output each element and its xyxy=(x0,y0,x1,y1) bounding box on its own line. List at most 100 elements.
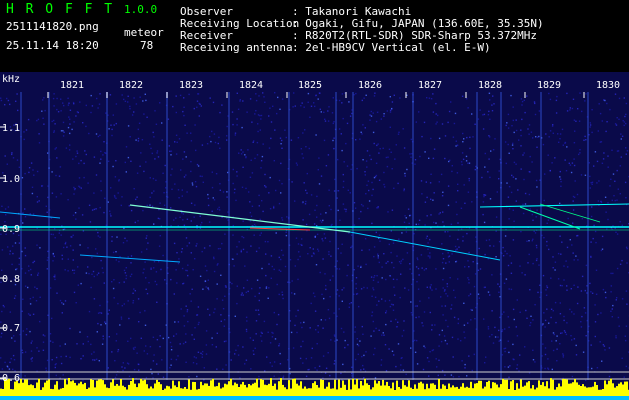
noise-dot xyxy=(188,242,191,244)
noise-dot xyxy=(508,351,510,354)
noise-dot xyxy=(453,289,455,291)
noise-dot xyxy=(440,296,442,298)
noise-dot xyxy=(522,203,524,206)
noise-dot xyxy=(197,306,200,308)
noise-dot xyxy=(120,204,122,207)
histogram-bar xyxy=(44,382,46,396)
noise-dot xyxy=(62,135,65,137)
noise-dot xyxy=(616,267,619,270)
noise-dot xyxy=(591,181,594,183)
noise-dot xyxy=(78,162,80,165)
noise-dot xyxy=(442,279,444,281)
noise-dot xyxy=(422,325,424,327)
noise-dot xyxy=(27,313,30,315)
interference-line xyxy=(412,92,414,380)
noise-dot xyxy=(416,281,418,283)
noise-dot xyxy=(447,204,450,207)
noise-dot xyxy=(498,340,500,342)
histogram-bar xyxy=(262,379,264,396)
noise-dot xyxy=(454,112,457,115)
noise-dot xyxy=(609,108,611,111)
noise-dot xyxy=(185,269,187,272)
noise-dot xyxy=(226,125,228,128)
noise-dot xyxy=(51,192,54,194)
noise-dot xyxy=(44,335,46,337)
noise-dot xyxy=(318,157,320,159)
histogram-base xyxy=(0,396,629,400)
noise-dot xyxy=(572,222,574,224)
noise-dot xyxy=(404,215,406,217)
noise-dot xyxy=(580,290,583,292)
noise-dot xyxy=(419,155,421,158)
noise-dot xyxy=(424,151,426,153)
noise-dot xyxy=(349,115,352,117)
noise-dot xyxy=(81,214,84,216)
noise-dot xyxy=(161,122,163,124)
noise-dot xyxy=(529,208,531,210)
noise-dot xyxy=(596,160,599,163)
histogram-bar xyxy=(218,382,220,396)
noise-dot xyxy=(182,110,184,113)
noise-dot xyxy=(442,221,444,223)
noise-dot xyxy=(535,259,538,262)
noise-dot xyxy=(96,274,98,276)
noise-dot xyxy=(571,162,574,164)
histogram-bar xyxy=(400,388,402,396)
noise-dot xyxy=(371,181,373,184)
noise-dot xyxy=(333,147,335,150)
noise-dot xyxy=(52,260,54,262)
noise-dot xyxy=(397,133,400,135)
histogram-bar xyxy=(0,388,2,396)
noise-dot xyxy=(371,222,373,225)
noise-dot xyxy=(516,335,519,337)
noise-dot xyxy=(216,283,218,285)
noise-dot xyxy=(153,136,155,138)
noise-dot xyxy=(305,223,308,226)
noise-dot xyxy=(16,93,18,95)
noise-dot xyxy=(32,296,34,299)
noise-dot xyxy=(107,160,110,162)
noise-dot xyxy=(332,122,334,125)
noise-dot xyxy=(249,176,252,178)
noise-dot xyxy=(513,161,516,164)
noise-dot xyxy=(82,379,84,382)
noise-dot xyxy=(421,135,423,138)
noise-dot xyxy=(615,231,617,233)
noise-dot xyxy=(368,200,371,202)
noise-dot xyxy=(408,222,410,225)
histogram-bar xyxy=(188,379,190,396)
noise-dot xyxy=(17,109,19,112)
noise-dot xyxy=(13,359,16,361)
noise-dot xyxy=(282,375,285,377)
histogram-bar xyxy=(70,381,72,396)
noise-dot xyxy=(139,165,141,167)
noise-dot xyxy=(530,315,532,317)
noise-dot xyxy=(437,114,439,117)
noise-dot xyxy=(250,245,252,247)
noise-dot xyxy=(610,272,612,275)
noise-dot xyxy=(407,208,410,210)
noise-dot xyxy=(163,204,166,206)
noise-dot xyxy=(26,328,28,330)
noise-dot xyxy=(54,364,56,366)
histogram-bar xyxy=(314,381,316,396)
interference-line xyxy=(48,92,50,380)
noise-dot xyxy=(143,268,145,270)
noise-dot xyxy=(192,362,195,364)
noise-dot xyxy=(281,217,283,219)
noise-dot xyxy=(597,313,599,316)
histogram-bar xyxy=(306,388,308,396)
noise-dot xyxy=(488,92,491,94)
histogram-bar xyxy=(36,382,38,396)
noise-dot xyxy=(573,142,576,144)
noise-dot xyxy=(526,317,528,319)
noise-dot xyxy=(123,98,125,101)
noise-dot xyxy=(488,110,490,113)
noise-dot xyxy=(418,219,421,221)
noise-dot xyxy=(185,174,187,176)
noise-dot xyxy=(366,184,368,186)
noise-dot xyxy=(575,344,577,347)
histogram-bar xyxy=(266,385,268,396)
noise-dot xyxy=(519,311,521,313)
noise-dot xyxy=(619,193,621,195)
